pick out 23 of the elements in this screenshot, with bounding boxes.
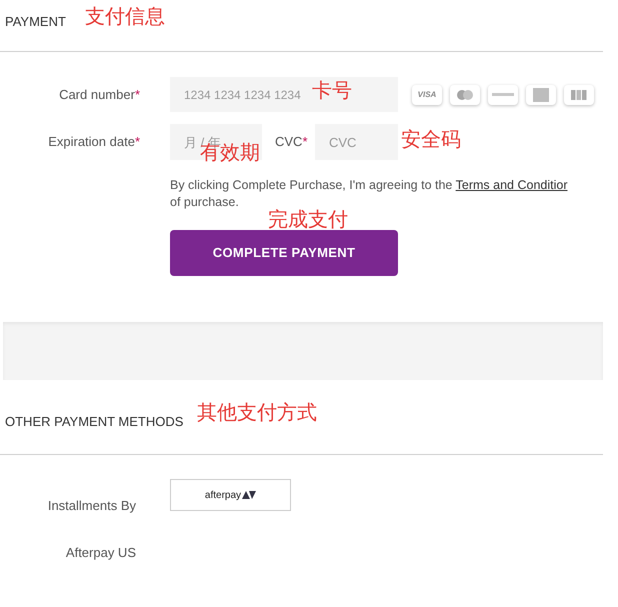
afterpay-mark-icon: [242, 491, 256, 499]
annotation-text: 安全码: [401, 130, 461, 150]
annotation-text: 其他支付方式: [197, 403, 317, 423]
cvc-field[interactable]: CVC: [315, 124, 398, 160]
provider-label: Afterpay US: [66, 544, 136, 562]
complete-payment-button[interactable]: COMPLETE PAYMENT: [170, 230, 398, 276]
annotation-text: 支付信息: [85, 7, 165, 27]
annotation-text: 完成支付: [268, 210, 348, 230]
field-label: Expiration date*: [48, 133, 140, 152]
section-title: PAYMENT: [5, 14, 66, 29]
card-logo-icon: [492, 90, 514, 98]
installments-label: Installments By: [48, 497, 136, 515]
field-label: Card number*: [59, 86, 140, 104]
terms-text: By clicking Complete Purchase, I'm agreeing to the Terms and Conditior of purchase.: [170, 177, 568, 209]
card-logo-icon: [457, 90, 473, 100]
annotation-text: 卡号: [312, 81, 352, 101]
card-logo: VISA: [412, 84, 442, 104]
card-logo-icon: [533, 88, 549, 102]
card-logo-icon: [571, 90, 587, 100]
field-label: CVC*: [275, 134, 308, 149]
terms-link[interactable]: Terms and Conditior: [456, 178, 568, 192]
section-title: OTHER PAYMENT METHODS: [5, 414, 184, 429]
afterpay-button[interactable]: afterpay: [170, 479, 291, 511]
